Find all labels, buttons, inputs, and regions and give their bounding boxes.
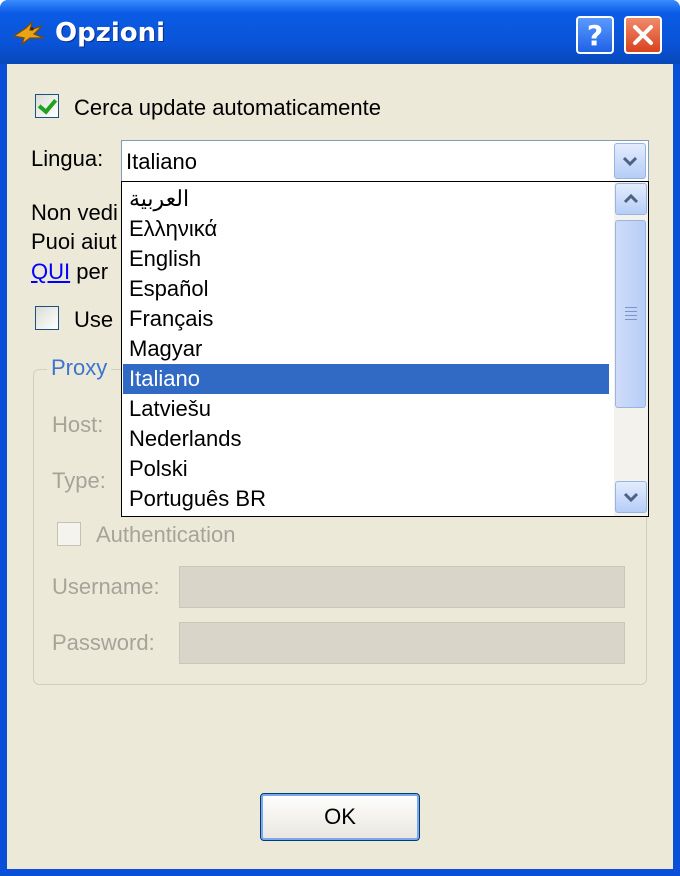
language-option[interactable]: Italiano xyxy=(123,364,609,394)
window-title: Opzioni xyxy=(55,18,166,48)
language-option[interactable]: Español xyxy=(123,274,609,304)
ok-button-label: OK xyxy=(324,804,356,829)
chevron-up-icon xyxy=(623,193,639,204)
options-window: Opzioni ? Cerca update automaticamente L… xyxy=(0,0,680,876)
language-option[interactable]: English xyxy=(123,244,609,274)
title-bar[interactable]: Opzioni ? xyxy=(0,0,680,64)
language-dropdown-list[interactable]: العربية Ελληνικά English Español Français Mag… xyxy=(121,181,649,517)
use-proxy-label: Use xyxy=(74,307,114,332)
auto-update-checkbox[interactable] xyxy=(35,94,59,118)
scroll-up-button[interactable] xyxy=(615,183,647,215)
username-field[interactable] xyxy=(179,566,625,608)
proxy-group-title: Proxy xyxy=(47,355,112,381)
authentication-checkbox[interactable] xyxy=(57,522,81,546)
scroll-down-button[interactable] xyxy=(615,481,647,513)
grip-line xyxy=(625,315,637,316)
info-text-line1: Non vedi xyxy=(31,200,118,225)
grip-line xyxy=(625,307,637,308)
language-option[interactable]: Français xyxy=(123,304,609,334)
grip-line xyxy=(625,319,637,320)
chevron-down-icon xyxy=(623,492,639,503)
dialog-body: Cerca update automaticamente Lingua: Ita… xyxy=(7,64,673,869)
dropdown-scrollbar[interactable] xyxy=(614,182,648,516)
info-text-line3: QUI per xyxy=(31,259,108,285)
language-option[interactable]: Nederlands xyxy=(123,424,609,454)
info-text-line2: Puoi aiut xyxy=(31,229,117,254)
language-option[interactable]: Polski xyxy=(123,454,609,484)
use-proxy-checkbox[interactable] xyxy=(35,306,59,330)
help-icon: ? xyxy=(586,18,604,52)
language-option[interactable]: العربية xyxy=(123,184,609,214)
help-button[interactable]: ? xyxy=(576,16,614,54)
password-field[interactable] xyxy=(179,622,625,664)
ok-button[interactable]: OK xyxy=(260,793,420,841)
dropdown-toggle[interactable] xyxy=(614,143,646,179)
language-select-value: Italiano xyxy=(126,149,197,174)
language-select[interactable]: Italiano xyxy=(121,140,649,182)
close-icon xyxy=(633,25,653,45)
language-option[interactable]: Ελληνικά xyxy=(123,214,609,244)
language-option[interactable]: Latviešu xyxy=(123,394,609,424)
type-label: Type: xyxy=(52,468,106,493)
language-option[interactable]: Português BR xyxy=(123,484,609,514)
auto-update-label: Cerca update automaticamente xyxy=(74,95,381,120)
scroll-thumb[interactable] xyxy=(615,220,646,408)
swallow-icon xyxy=(12,20,46,46)
host-label: Host: xyxy=(52,412,104,437)
language-label: Lingua: xyxy=(31,146,104,171)
info-text-line3-rest: per xyxy=(70,259,109,284)
chevron-down-icon xyxy=(622,156,638,167)
info-link[interactable]: QUI xyxy=(31,259,70,284)
password-label: Password: xyxy=(52,630,155,655)
grip-line xyxy=(625,311,637,312)
authentication-label: Authentication xyxy=(96,522,236,547)
language-option[interactable]: Magyar xyxy=(123,334,609,364)
username-label: Username: xyxy=(52,574,160,599)
close-button[interactable] xyxy=(624,16,662,54)
